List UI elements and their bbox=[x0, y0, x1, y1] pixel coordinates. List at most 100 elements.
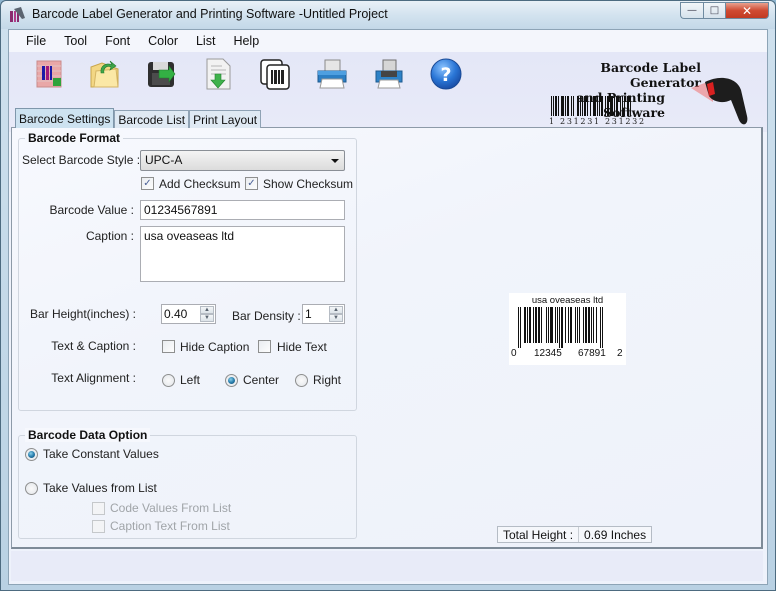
spin-down-icon[interactable]: ▼ bbox=[329, 314, 343, 322]
barcode-bar bbox=[602, 307, 603, 348]
barcode-bar bbox=[580, 96, 581, 116]
total-height-value: 0.69 Inches bbox=[578, 527, 651, 542]
caption-textarea[interactable]: usa oveaseas ltd bbox=[140, 226, 345, 282]
barcode-style-value: UPC-A bbox=[145, 153, 183, 167]
preview-barcode-icon bbox=[518, 307, 603, 348]
banner-digits: 1 231231 231232 bbox=[549, 117, 646, 126]
code-values-from-list-label: Code Values From List bbox=[110, 501, 232, 515]
barcode-value-input[interactable]: 01234567891 bbox=[140, 200, 345, 220]
chevron-down-icon bbox=[331, 159, 339, 163]
caption-text-from-list-checkbox[interactable] bbox=[92, 520, 105, 533]
bar-height-label: Bar Height(inches) : bbox=[29, 307, 136, 321]
barcode-preview: usa oveaseas ltd 0 12345 67891 2 bbox=[509, 293, 626, 365]
barcode-bar bbox=[584, 96, 586, 116]
banner-line-1: Barcode Label Generator bbox=[600, 60, 701, 90]
app-window: Barcode Label Generator and Printing Sof… bbox=[0, 0, 776, 591]
barcode-bar bbox=[533, 307, 534, 343]
menu-help[interactable]: Help bbox=[224, 34, 268, 48]
align-right-label: Right bbox=[313, 373, 342, 387]
barcode-bar bbox=[600, 307, 601, 348]
menu-color[interactable]: Color bbox=[139, 34, 187, 48]
barcode-bar bbox=[551, 96, 552, 116]
menu-file[interactable]: File bbox=[17, 34, 55, 48]
export-button[interactable] bbox=[200, 56, 236, 92]
spin-up-icon[interactable]: ▲ bbox=[329, 306, 343, 314]
barcode-bar bbox=[591, 307, 592, 343]
bar-height-value: 0.40 bbox=[164, 307, 188, 321]
add-checksum-checkbox[interactable]: ✓ bbox=[141, 177, 154, 190]
show-checksum-checkbox[interactable]: ✓ bbox=[245, 177, 258, 190]
barcode-bar bbox=[614, 96, 615, 116]
barcode-bar bbox=[573, 96, 574, 116]
save-button[interactable] bbox=[143, 56, 179, 92]
hide-caption-checkbox[interactable] bbox=[162, 340, 175, 353]
caption-text-from-list-label: Caption Text From List bbox=[110, 519, 230, 533]
hide-caption-label: Hide Caption bbox=[180, 340, 250, 354]
barcode-bar bbox=[593, 96, 596, 116]
hide-text-checkbox[interactable] bbox=[258, 340, 271, 353]
barcode-bar bbox=[583, 307, 584, 343]
barcode-bar bbox=[555, 307, 556, 343]
menu-list[interactable]: List bbox=[187, 34, 224, 48]
menu-tool[interactable]: Tool bbox=[55, 34, 96, 48]
barcode-bar bbox=[558, 96, 559, 116]
spin-up-icon[interactable]: ▲ bbox=[200, 306, 214, 314]
barcode-bar bbox=[550, 307, 553, 343]
banner-barcode-icon bbox=[551, 96, 631, 116]
menu-font[interactable]: Font bbox=[96, 34, 139, 48]
tab-strip: Barcode Settings Barcode List Print Layo… bbox=[15, 108, 262, 128]
add-checksum-label: Add Checksum bbox=[159, 177, 241, 191]
align-right-radio[interactable] bbox=[295, 374, 308, 387]
barcode-bar bbox=[579, 307, 580, 343]
print-button[interactable] bbox=[314, 56, 350, 92]
barcode-bar bbox=[622, 96, 623, 116]
help-button[interactable]: ? bbox=[428, 56, 464, 92]
brand-banner: Barcode Label Generator and Printing Sof… bbox=[531, 56, 751, 132]
barcode-style-select[interactable]: UPC-A bbox=[140, 150, 345, 171]
align-left-radio[interactable] bbox=[162, 374, 175, 387]
barcode-bar bbox=[520, 307, 521, 348]
barcode-style-label: Select Barcode Style : bbox=[22, 153, 141, 167]
spin-down-icon[interactable]: ▼ bbox=[200, 314, 214, 322]
help-icon: ? bbox=[430, 58, 462, 90]
barcode-bar bbox=[624, 96, 625, 116]
maximize-button[interactable]: □ bbox=[703, 2, 726, 19]
barcode-bar bbox=[553, 96, 554, 116]
barcode-bar bbox=[620, 96, 621, 116]
save-icon bbox=[148, 62, 176, 87]
barcode-bar bbox=[557, 307, 558, 343]
barcode-bar bbox=[599, 96, 600, 116]
tab-barcode-settings[interactable]: Barcode Settings bbox=[15, 108, 115, 128]
bar-density-stepper[interactable]: 1 ▲ ▼ bbox=[302, 304, 345, 324]
barcode-bar bbox=[524, 307, 526, 343]
preview-digit-last: 2 bbox=[617, 348, 623, 359]
tab-print-layout[interactable]: Print Layout bbox=[189, 110, 262, 128]
text-caption-label: Text & Caption : bbox=[51, 339, 136, 353]
text-alignment-label: Text Alignment : bbox=[51, 371, 136, 385]
title-bar[interactable]: Barcode Label Generator and Printing Sof… bbox=[1, 1, 775, 29]
new-barcode-icon bbox=[36, 60, 62, 88]
bar-density-value: 1 bbox=[305, 307, 312, 321]
tab-barcode-list[interactable]: Barcode List bbox=[114, 110, 190, 128]
barcode-bar bbox=[582, 96, 583, 116]
barcode-bar bbox=[518, 307, 519, 348]
copy-barcode-button[interactable] bbox=[257, 56, 293, 92]
barcode-bar bbox=[538, 307, 540, 343]
new-barcode-button[interactable] bbox=[31, 56, 67, 92]
print-setup-button[interactable] bbox=[371, 56, 407, 92]
barcode-bar bbox=[627, 96, 629, 116]
minimize-button[interactable]: — bbox=[680, 2, 703, 19]
barcode-bar bbox=[527, 307, 528, 343]
open-button[interactable] bbox=[87, 56, 123, 92]
code-values-from-list-checkbox[interactable] bbox=[92, 502, 105, 515]
barcode-bar bbox=[548, 307, 549, 343]
barcode-bar bbox=[607, 96, 609, 116]
align-center-radio[interactable] bbox=[225, 374, 238, 387]
preview-digits-left: 12345 bbox=[534, 348, 562, 359]
take-values-from-list-radio[interactable] bbox=[25, 482, 38, 495]
take-constant-values-radio[interactable] bbox=[25, 448, 38, 461]
barcode-bar bbox=[630, 96, 631, 116]
close-button[interactable]: ✕ bbox=[726, 2, 769, 19]
barcode-bar bbox=[588, 307, 590, 343]
bar-height-stepper[interactable]: 0.40 ▲ ▼ bbox=[161, 304, 216, 324]
